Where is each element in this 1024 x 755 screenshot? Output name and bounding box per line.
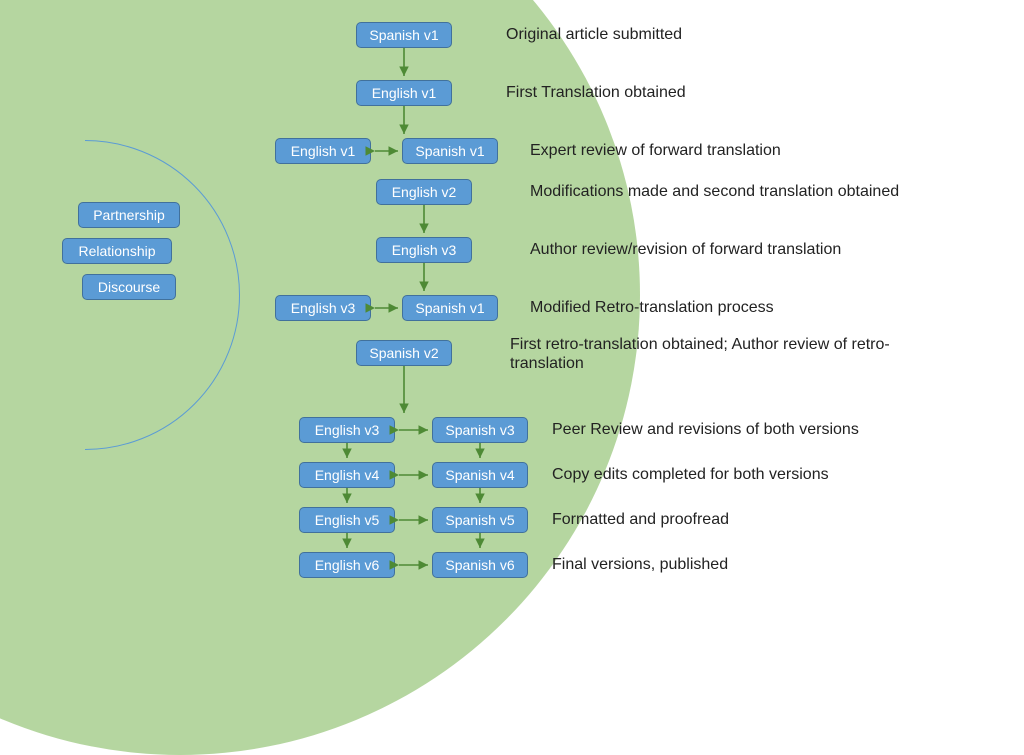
node-spanish-v3-r8: Spanish v3 bbox=[432, 417, 528, 443]
node-english-v6-r11: English v6 bbox=[299, 552, 395, 578]
concept-partnership: Partnership bbox=[78, 202, 180, 228]
step-label-6: Modified Retro-translation process bbox=[530, 298, 774, 317]
step-label-8: Peer Review and revisions of both versio… bbox=[552, 420, 859, 439]
node-spanish-v1-r3: Spanish v1 bbox=[402, 138, 498, 164]
node-spanish-v2-r7: Spanish v2 bbox=[356, 340, 452, 366]
step-label-11: Final versions, published bbox=[552, 555, 728, 574]
node-spanish-v4-r9: Spanish v4 bbox=[432, 462, 528, 488]
node-spanish-v6-r11: Spanish v6 bbox=[432, 552, 528, 578]
node-english-v4-r9: English v4 bbox=[299, 462, 395, 488]
node-spanish-v1-r1: Spanish v1 bbox=[356, 22, 452, 48]
step-label-9: Copy edits completed for both versions bbox=[552, 465, 829, 484]
node-english-v1-r2: English v1 bbox=[356, 80, 452, 106]
node-english-v3-r5: English v3 bbox=[376, 237, 472, 263]
step-label-2: First Translation obtained bbox=[506, 83, 686, 102]
node-spanish-v1-r6: Spanish v1 bbox=[402, 295, 498, 321]
node-english-v3-r6: English v3 bbox=[275, 295, 371, 321]
node-english-v5-r10: English v5 bbox=[299, 507, 395, 533]
node-spanish-v5-r10: Spanish v5 bbox=[432, 507, 528, 533]
concept-relationship: Relationship bbox=[62, 238, 172, 264]
step-label-1: Original article submitted bbox=[506, 25, 682, 44]
concept-discourse: Discourse bbox=[82, 274, 176, 300]
step-label-3: Expert review of forward translation bbox=[530, 141, 781, 160]
step-label-4: Modifications made and second translatio… bbox=[530, 182, 899, 201]
step-label-7: First retro-translation obtained; Author… bbox=[510, 335, 940, 373]
step-label-5: Author review/revision of forward transl… bbox=[530, 240, 841, 259]
node-english-v3-r8: English v3 bbox=[299, 417, 395, 443]
node-english-v2-r4: English v2 bbox=[376, 179, 472, 205]
node-english-v1-r3: English v1 bbox=[275, 138, 371, 164]
step-label-10: Formatted and proofread bbox=[552, 510, 729, 529]
